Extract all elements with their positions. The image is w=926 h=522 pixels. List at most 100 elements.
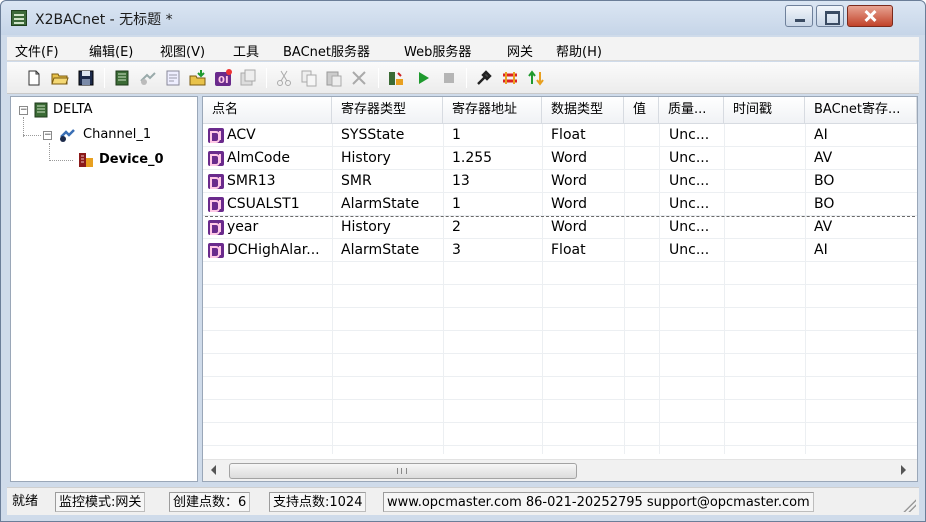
network-icon xyxy=(34,102,48,118)
table-row[interactable]: AlmCode History 1.255 Word Unc... AV xyxy=(203,147,917,170)
new-device-icon[interactable] xyxy=(139,69,157,87)
menu-help[interactable]: 帮助(H) xyxy=(556,41,602,60)
toolbar: 0I xyxy=(7,62,919,94)
gateway-icon[interactable] xyxy=(527,69,545,87)
status-bar: 就绪 监控模式:网关 创建点数：6 支持点数:1024 www.opcmaste… xyxy=(7,487,919,515)
column-header-bacnet-register[interactable]: BACnet寄存... xyxy=(805,97,917,124)
scroll-right-icon[interactable] xyxy=(901,465,906,475)
point-icon xyxy=(208,220,224,235)
cell-register-address: 1.255 xyxy=(452,150,493,166)
minimize-button[interactable] xyxy=(785,5,813,27)
empty-row xyxy=(203,262,917,285)
save-icon[interactable] xyxy=(77,69,95,87)
empty-row xyxy=(203,285,917,308)
delete-icon[interactable] xyxy=(350,69,368,87)
bacnet-icon[interactable] xyxy=(501,69,519,87)
cell-point-name: AlmCode xyxy=(227,150,290,166)
cell-point-name: ACV xyxy=(227,127,256,143)
cell-timestamp xyxy=(733,124,803,147)
menu-gateway[interactable]: 网关 xyxy=(507,41,533,60)
menu-view[interactable]: 视图(V) xyxy=(160,41,205,60)
cell-data-type: Float xyxy=(551,242,586,258)
tree-device-label: Device_0 xyxy=(99,152,164,167)
point-icon xyxy=(208,128,224,143)
copy-icon[interactable] xyxy=(300,69,318,87)
cell-data-type: Word xyxy=(551,196,587,212)
cell-bacnet-register: BO xyxy=(814,173,835,189)
point-list: 点名 寄存器类型 寄存器地址 数据类型 值 质量... 时间戳 BACnet寄存… xyxy=(202,96,918,482)
tree-channel-label: Channel_1 xyxy=(83,127,152,142)
table-row[interactable]: ACV SYSState 1 Float Unc... AI xyxy=(203,124,917,147)
cell-register-type: SYSState xyxy=(341,127,405,143)
menu-file[interactable]: 文件(F) xyxy=(15,41,59,60)
new-icon[interactable] xyxy=(25,69,43,87)
status-created-points: 创建点数：6 xyxy=(169,492,251,512)
scroll-left-icon[interactable] xyxy=(211,465,216,475)
empty-row xyxy=(203,423,917,446)
column-header-register-type[interactable]: 寄存器类型 xyxy=(332,97,443,124)
properties-icon[interactable] xyxy=(164,69,182,87)
cell-data-type: Float xyxy=(551,127,586,143)
empty-row xyxy=(203,331,917,354)
cell-register-type: AlarmState xyxy=(341,196,420,212)
cell-register-address: 3 xyxy=(452,242,461,258)
menu-web-server[interactable]: Web服务器 xyxy=(404,41,471,60)
device-tree: − DELTA − Channel_1 Device_0 xyxy=(10,96,198,482)
table-row[interactable]: CSUALST1 AlarmState 1 Word Unc... BO xyxy=(203,193,917,216)
point-icon xyxy=(208,151,224,166)
cell-timestamp xyxy=(733,170,803,193)
stop-icon[interactable] xyxy=(440,69,458,87)
tools-icon[interactable] xyxy=(475,69,493,87)
menu-edit[interactable]: 编辑(E) xyxy=(89,41,133,60)
open-icon[interactable] xyxy=(51,69,69,87)
cell-point-name: DCHighAlar... xyxy=(227,242,320,258)
cell-bacnet-register: AV xyxy=(814,150,833,166)
empty-row xyxy=(203,400,917,423)
cut-icon[interactable] xyxy=(275,69,293,87)
empty-row xyxy=(203,377,917,400)
cell-quality: Unc... xyxy=(669,196,710,212)
scrollbar-thumb[interactable] xyxy=(229,463,577,479)
cell-value xyxy=(633,147,657,170)
import-icon[interactable] xyxy=(189,69,207,87)
cell-timestamp xyxy=(733,216,803,239)
status-supported-points: 支持点数:1024 xyxy=(269,492,367,512)
paste-icon[interactable] xyxy=(325,69,343,87)
column-header-register-address[interactable]: 寄存器地址 xyxy=(443,97,542,124)
cell-register-type: History xyxy=(341,219,391,235)
column-header-quality[interactable]: 质量... xyxy=(659,97,724,124)
maximize-button[interactable] xyxy=(816,5,844,27)
cell-quality: Unc... xyxy=(669,242,710,258)
tree-root-label: DELTA xyxy=(53,102,93,117)
cell-timestamp xyxy=(733,239,803,262)
column-header-timestamp[interactable]: 时间戳 xyxy=(724,97,805,124)
close-button[interactable] xyxy=(847,5,893,27)
table-row[interactable]: DCHighAlar... AlarmState 3 Float Unc... … xyxy=(203,239,917,262)
cell-bacnet-register: AI xyxy=(814,127,828,143)
cell-value xyxy=(633,124,657,147)
resize-grip-icon[interactable] xyxy=(902,498,916,512)
menu-tools[interactable]: 工具 xyxy=(233,41,259,60)
cell-value xyxy=(633,193,657,216)
collapse-icon[interactable]: − xyxy=(43,131,52,140)
table-row[interactable]: year History 2 Word Unc... AV xyxy=(203,216,917,239)
empty-row xyxy=(203,308,917,331)
column-header-name[interactable]: 点名 xyxy=(203,97,332,124)
copy-device-icon[interactable] xyxy=(239,69,257,87)
new-point-icon[interactable]: 0I xyxy=(214,69,232,87)
column-header-data-type[interactable]: 数据类型 xyxy=(542,97,624,124)
horizontal-scrollbar[interactable] xyxy=(203,459,917,481)
status-contact: www.opcmaster.com 86-021-20252795 suppor… xyxy=(383,492,814,512)
title-bar[interactable]: X2BACnet - 无标题 * xyxy=(1,1,925,35)
channel-icon xyxy=(60,129,75,142)
collapse-icon[interactable]: − xyxy=(19,106,28,115)
column-header-value[interactable]: 值 xyxy=(624,97,659,124)
point-icon xyxy=(208,243,224,258)
cell-register-address: 1 xyxy=(452,127,461,143)
monitor-icon[interactable] xyxy=(387,69,405,87)
menu-bacnet-server[interactable]: BACnet服务器 xyxy=(283,41,370,60)
run-icon[interactable] xyxy=(414,69,432,87)
new-channel-icon[interactable] xyxy=(113,69,131,87)
table-row[interactable]: SMR13 SMR 13 Word Unc... BO xyxy=(203,170,917,193)
cell-register-address: 13 xyxy=(452,173,470,189)
